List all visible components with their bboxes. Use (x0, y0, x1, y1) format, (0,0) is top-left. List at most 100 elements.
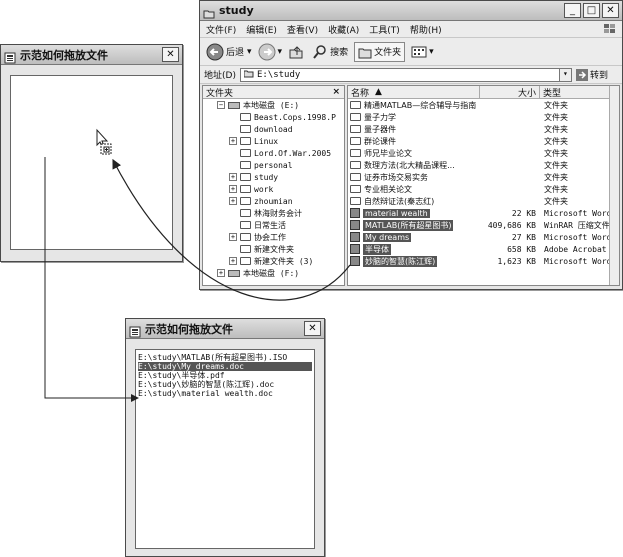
tree-node[interactable]: − 本地磁盘 (E:) (203, 99, 344, 111)
tree-node-label: 新建文件夹 (254, 244, 294, 254)
file-name-cell: 量子器件 (348, 124, 480, 135)
address-input[interactable]: E:\study ▾ (239, 67, 572, 82)
menu-tools[interactable]: 工具(T) (369, 23, 400, 36)
views-button[interactable]: ▾ (411, 45, 434, 59)
file-size: 409,686 KB (487, 220, 536, 230)
drive-icon (228, 269, 240, 277)
file-row[interactable]: material wealth 22 KB Microsoft Word (348, 207, 619, 219)
file-row[interactable]: 自然辩证法(秦志红) 文件夹 (348, 195, 619, 207)
file-row[interactable]: 量子力学 文件夹 (348, 111, 619, 123)
list-item[interactable]: E:\study\MATLAB(所有超星图书).ISO (138, 353, 312, 362)
list-item[interactable]: E:\study\My dreams.doc (138, 362, 312, 371)
tree-node[interactable]: + 协会工作 (203, 231, 344, 243)
file-row[interactable]: 群论课件 文件夹 (348, 135, 619, 147)
menu-edit[interactable]: 编辑(E) (246, 23, 277, 36)
title-bar[interactable]: 示范如何拖放文件 ✕ (1, 45, 182, 65)
folder-icon (240, 245, 251, 253)
list-item[interactable]: E:\study\material wealth.doc (138, 389, 312, 398)
folder-icon (240, 197, 251, 205)
expand-icon[interactable]: + (229, 173, 237, 181)
folder-icon (240, 185, 251, 193)
close-button[interactable]: ✕ (162, 47, 179, 62)
file-name: MATLAB(所有超星图书) (363, 219, 454, 231)
file-row[interactable]: 量子器件 文件夹 (348, 123, 619, 135)
tree-node[interactable]: + work (203, 183, 344, 195)
file-size: 1,623 KB (497, 256, 536, 266)
file-row[interactable]: 专业相关论文 文件夹 (348, 183, 619, 195)
file-type: 文件夹 (544, 160, 568, 170)
file-name-cell: 专业相关论文 (348, 184, 480, 195)
close-button[interactable]: ✕ (602, 3, 619, 18)
file-type: 文件夹 (544, 112, 568, 122)
file-row[interactable]: 妙脑的智慧(陈江辉) 1,623 KB Microsoft Word (348, 255, 619, 267)
menu-file[interactable]: 文件(F) (206, 23, 236, 36)
list-item[interactable]: E:\study\半导体.pdf (138, 371, 312, 380)
file-row[interactable]: 数理方法(北大精品课程... 文件夹 (348, 159, 619, 171)
tree-node[interactable]: + 新建文件夹 (3) (203, 255, 344, 267)
chevron-down-icon[interactable]: ▾ (558, 68, 571, 81)
tree-node[interactable]: + Linux (203, 135, 344, 147)
address-value: E:\study (256, 69, 301, 80)
tree-node[interactable]: 林海财务会计 (203, 207, 344, 219)
tree-node-label: study (254, 172, 279, 182)
file-type: 文件夹 (544, 196, 568, 206)
collapse-icon[interactable]: − (217, 101, 225, 109)
expand-icon[interactable]: + (229, 233, 237, 241)
tree-node[interactable]: Lord.Of.War.2005 (203, 147, 344, 159)
chevron-down-icon: ▾ (429, 46, 434, 57)
expand-icon[interactable]: + (217, 269, 225, 277)
go-button[interactable]: 转到 (575, 68, 608, 81)
folders-button[interactable]: 文件夹 (354, 41, 406, 62)
expand-icon[interactable]: + (229, 137, 237, 145)
file-name: My dreams (363, 232, 412, 242)
folder-icon (240, 233, 251, 241)
tree-node[interactable]: personal (203, 159, 344, 171)
menu-help[interactable]: 帮助(H) (410, 23, 442, 36)
drop-area[interactable] (10, 75, 173, 250)
tree-node[interactable]: + 本地磁盘 (F:) (203, 267, 344, 279)
tree-node[interactable]: 日常生活 (203, 219, 344, 231)
file-row[interactable]: My dreams 27 KB Microsoft Word (348, 231, 619, 243)
search-button[interactable]: 搜索 (312, 44, 348, 60)
expand-icon[interactable]: + (229, 197, 237, 205)
minimize-button[interactable]: _ (564, 3, 581, 18)
folder-icon (350, 113, 361, 121)
file-name: 群论课件 (364, 136, 396, 146)
tree-node[interactable]: Beast.Cops.1998.P (203, 111, 344, 123)
file-name-cell: 自然辩证法(秦志红) (348, 196, 480, 207)
file-row[interactable]: 精通MATLAB—综合辅导与指南 文件夹 (348, 99, 619, 111)
close-icon[interactable]: × (332, 87, 340, 97)
close-button[interactable]: ✕ (304, 321, 321, 336)
menu-view[interactable]: 查看(V) (287, 23, 318, 36)
views-icon (411, 46, 427, 57)
file-row[interactable]: 证券市场交易实务 文件夹 (348, 171, 619, 183)
maximize-button[interactable]: □ (583, 3, 600, 18)
dropped-files-window: 示范如何拖放文件 ✕ E:\study\MATLAB(所有超星图书).ISO E:… (125, 318, 325, 557)
tree-node[interactable]: + zhoumian (203, 195, 344, 207)
folder-icon (240, 173, 251, 181)
forward-button[interactable]: ▾ (258, 43, 282, 61)
back-button[interactable]: 后退 ▾ (206, 43, 252, 61)
vertical-scrollbar[interactable] (609, 86, 619, 285)
document-icon (350, 220, 360, 230)
expand-icon[interactable]: + (229, 257, 237, 265)
title-bar[interactable]: 示范如何拖放文件 ✕ (126, 319, 324, 339)
column-name[interactable]: 名称 ▲ (348, 86, 480, 99)
file-row[interactable]: 师兄毕业论文 文件夹 (348, 147, 619, 159)
tree-node[interactable]: 新建文件夹 (203, 243, 344, 255)
tree-node[interactable]: + study (203, 171, 344, 183)
folder-icon (350, 149, 361, 157)
column-size[interactable]: 大小 (480, 86, 540, 99)
title-bar[interactable]: study _ □ ✕ (200, 1, 622, 21)
file-row[interactable]: MATLAB(所有超星图书) 409,686 KB WinRAR 压缩文件 (348, 219, 619, 231)
folder-pane-title: 文件夹 (206, 88, 234, 99)
file-row[interactable]: 半导体 658 KB Adobe Acrobat 7 (348, 243, 619, 255)
expand-icon[interactable]: + (229, 185, 237, 193)
menu-favorites[interactable]: 收藏(A) (328, 23, 359, 36)
tree-node[interactable]: download (203, 123, 344, 135)
dropped-files-list[interactable]: E:\study\MATLAB(所有超星图书).ISO E:\study\My d… (135, 349, 315, 549)
column-type[interactable]: 类型 (540, 86, 619, 99)
list-item[interactable]: E:\study\妙脑的智慧(陈江辉).doc (138, 380, 312, 389)
up-folder-button[interactable] (288, 44, 306, 60)
folder-icon (240, 209, 251, 217)
